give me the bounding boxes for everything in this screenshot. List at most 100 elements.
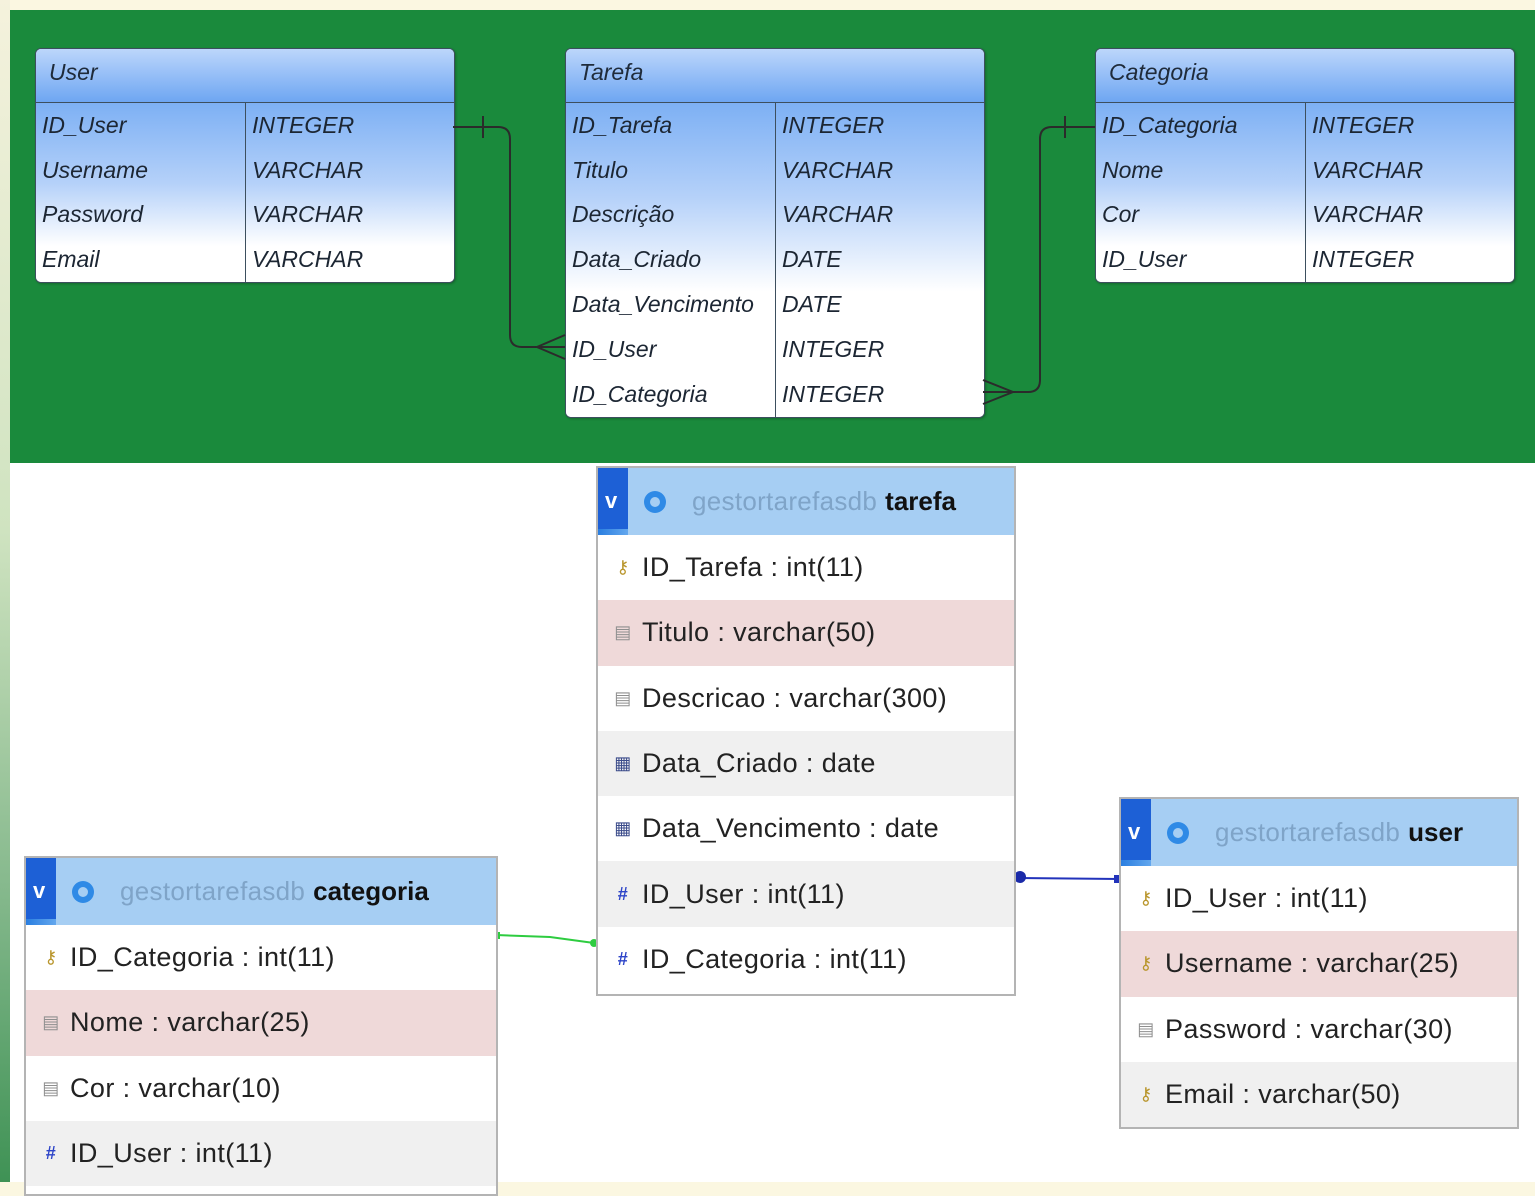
toggle-label: v [33,878,46,903]
toggle-label: v [1128,819,1141,844]
column-divider [775,103,776,417]
column-row[interactable]: ▤ Descricao : varchar(300) [598,666,1014,731]
attribute-name: ID_Categoria [572,380,708,407]
column-row[interactable]: ⚷ ID_Tarefa : int(11) [598,535,1014,600]
er-entity-title: Categoria [1096,49,1514,103]
column-label: ID_Categoria : int(11) [70,942,335,973]
column-row[interactable]: ▤ Password : varchar(30) [1121,997,1517,1062]
attribute-name: ID_User [42,111,127,138]
column-label: ID_User : int(11) [642,878,845,909]
number-column-icon: # [617,948,629,969]
attribute-type: VARCHAR [1312,201,1424,228]
column-row[interactable]: ▤ Cor : varchar(10) [26,1056,496,1121]
column-divider [245,103,246,283]
attribute-name: ID_User [572,335,657,362]
db-table-categoria[interactable]: v gestortarefasdb categoria ⚷ ID_Categori… [24,856,498,1196]
text-column-icon: ▤ [614,622,632,643]
attribute-type: VARCHAR [782,201,894,228]
attribute-type: DATE [782,246,842,273]
attribute-type: INTEGER [1312,246,1415,273]
attribute-name: Cor [1102,201,1140,228]
db-table-user[interactable]: v gestortarefasdb user ⚷ ID_User : int(11… [1119,797,1519,1129]
er-entity-categoria[interactable]: Categoria ID_Categoria INTEGER Nome VARCHA… [1095,48,1515,284]
primary-key-icon: ⚷ [616,557,630,578]
column-label: Data_Criado : date [642,748,876,779]
primary-key-icon: ⚷ [44,947,58,968]
column-label: ID_User : int(11) [70,1138,273,1169]
table-header[interactable]: v gestortarefasdb user [1121,799,1517,866]
column-divider [1305,103,1306,283]
column-label: ID_Categoria : int(11) [642,943,907,974]
attribute-type: VARCHAR [252,156,364,183]
table-header[interactable]: v gestortarefasdb tarefa [598,468,1014,535]
unique-key-icon: ⚷ [1139,953,1153,974]
attribute-type: INTEGER [252,111,355,138]
number-column-icon: # [617,883,629,904]
gear-icon[interactable] [644,490,666,513]
column-label: ID_Tarefa : int(11) [642,552,864,583]
date-column-icon: ▦ [614,753,632,774]
database-name: gestortarefasdb [1215,817,1401,847]
er-entity-attributes: ID_User INTEGER Username VARCHAR Password V… [36,103,454,283]
attribute-type: VARCHAR [1312,156,1424,183]
er-entity-attributes: ID_Tarefa INTEGER Titulo VARCHAR Descrição… [566,103,984,417]
date-column-icon: ▦ [614,818,632,839]
column-row[interactable]: ⚷ Username : varchar(25) [1121,931,1517,997]
attribute-name: Data_Criado [572,246,702,273]
column-row[interactable]: ⚷ ID_User : int(11) [1121,866,1517,931]
text-column-icon: ▤ [42,1077,60,1098]
column-label: Username : varchar(25) [1165,948,1459,979]
attribute-type: INTEGER [1312,111,1415,138]
column-label: Titulo : varchar(50) [642,617,876,648]
attribute-name: Username [42,156,149,183]
attribute-name: ID_Tarefa [572,111,673,138]
gear-icon[interactable] [1167,821,1189,844]
er-entity-user[interactable]: User ID_User INTEGER Username VARCHAR Pass… [35,48,455,284]
attribute-type: VARCHAR [252,201,364,228]
table-header[interactable]: v gestortarefasdb categoria [26,858,496,925]
er-entity-title: User [36,49,454,103]
column-label: Email : varchar(50) [1165,1079,1401,1110]
attribute-name: Data_Vencimento [572,291,754,318]
attribute-name: Titulo [572,156,629,183]
attribute-type: DATE [782,291,842,318]
collapse-toggle-button[interactable]: v [1121,799,1151,866]
column-row[interactable]: # ID_Categoria : int(11) [598,927,1014,992]
column-row[interactable]: ▦ Data_Vencimento : date [598,796,1014,861]
table-name: categoria [313,876,429,906]
text-column-icon: ▤ [614,687,632,708]
column-row[interactable]: ⚷ ID_Categoria : int(11) [26,925,496,990]
column-row[interactable]: ▤ Titulo : varchar(50) [598,600,1014,666]
collapse-toggle-button[interactable]: v [26,858,56,925]
er-entity-tarefa[interactable]: Tarefa ID_Tarefa INTEGER Titulo VARCHAR De… [565,48,985,418]
number-column-icon: # [45,1143,57,1164]
db-table-tarefa[interactable]: v gestortarefasdb tarefa ⚷ ID_Tarefa : in… [596,466,1016,996]
column-label: Password : varchar(30) [1165,1013,1453,1044]
attribute-type: INTEGER [782,380,885,407]
left-gradient-strip [0,0,10,1182]
er-entity-title: Tarefa [566,49,984,103]
attribute-name: Nome [1102,156,1164,183]
collapse-toggle-button[interactable]: v [598,468,628,535]
column-row[interactable]: # ID_User : int(11) [598,861,1014,927]
attribute-type: INTEGER [782,111,885,138]
attribute-name: Descrição [572,201,675,228]
text-column-icon: ▤ [1137,1018,1155,1039]
column-label: Descricao : varchar(300) [642,682,948,713]
er-entity-attributes: ID_Categoria INTEGER Nome VARCHAR Cor VARCH… [1096,103,1514,283]
table-name: tarefa [885,486,956,516]
attribute-name: ID_User [1102,246,1187,273]
toggle-label: v [605,488,618,513]
attribute-type: VARCHAR [782,156,894,183]
gear-icon[interactable] [72,880,94,903]
attribute-name: ID_Categoria [1102,111,1238,138]
primary-key-icon: ⚷ [1139,888,1153,909]
database-name: gestortarefasdb [120,876,306,906]
column-row[interactable]: ▤ Nome : varchar(25) [26,990,496,1056]
database-name: gestortarefasdb [692,486,878,516]
attribute-name: Email [42,246,100,273]
column-row[interactable]: ▦ Data_Criado : date [598,730,1014,797]
column-row[interactable]: ⚷ Email : varchar(50) [1121,1061,1517,1128]
column-row[interactable]: # ID_User : int(11) [26,1120,496,1187]
text-column-icon: ▤ [42,1012,60,1033]
